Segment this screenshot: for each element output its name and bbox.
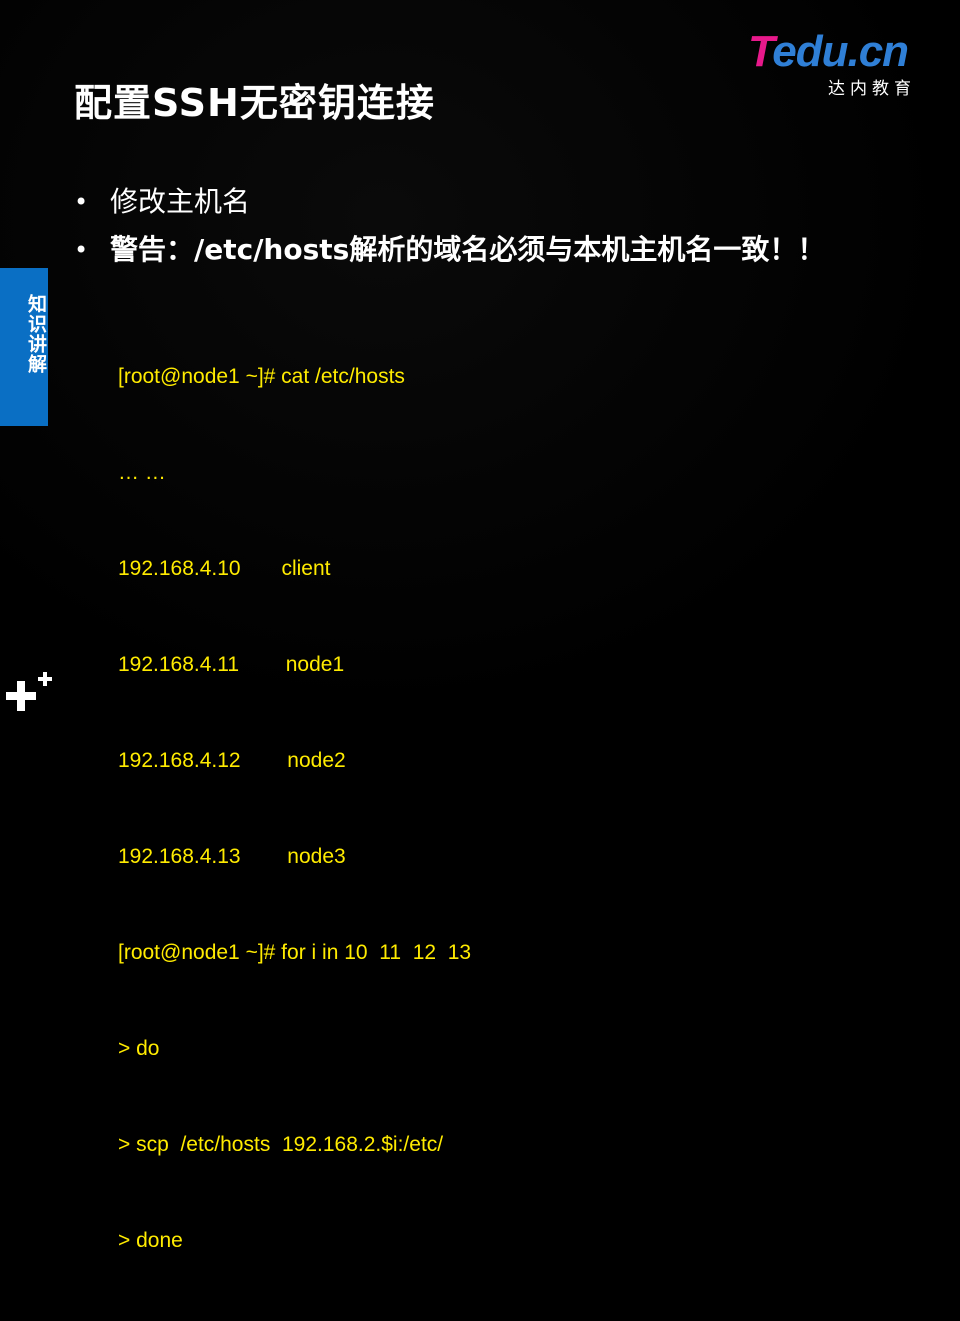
code-line: 192.168.4.13 node3 <box>118 845 346 868</box>
logo-wordmark: Tedu.cn <box>748 27 909 76</box>
bullet-item: • 修改主机名 <box>74 178 934 226</box>
slide: 配置SSH无密钥连接 Tedu.cn 达内教育 • 修改主机名 • 警告：/et… <box>0 0 960 1252</box>
bullet-text: 修改主机名 <box>110 185 251 218</box>
bullet-dot-icon: • <box>74 236 89 264</box>
logo-letter-t: T <box>748 27 773 76</box>
bullet-dot-icon: • <box>74 188 89 216</box>
plus-decoration-icon <box>6 672 52 711</box>
tedu-logo: Tedu.cn 达内教育 <box>748 28 938 100</box>
code-line: 192.168.4.11 node1 <box>118 653 345 676</box>
code-line: > do <box>118 1037 160 1060</box>
logo-letters-cn: .cn <box>847 27 909 76</box>
side-tab: 知识讲解 <box>0 268 48 426</box>
bullet-item-warning: • 警告：/etc/hosts解析的域名必须与本机主机名一致！！ <box>74 226 934 274</box>
bullet-list: • 修改主机名 • 警告：/etc/hosts解析的域名必须与本机主机名一致！！ <box>74 178 934 274</box>
code-line: [root@node1 ~]# cat /etc/hosts <box>118 365 405 388</box>
slide-title: 配置SSH无密钥连接 <box>74 81 435 125</box>
code-line: 192.168.4.12 node2 <box>118 749 346 772</box>
code-line: 192.168.4.10 client <box>118 557 331 580</box>
code-line: > scp /etc/hosts 192.168.2.$i:/etc/ <box>118 1133 444 1156</box>
code-line: … … <box>118 461 166 484</box>
logo-letters-edu: edu <box>772 27 848 76</box>
logo-subtitle: 达内教育 <box>828 79 916 99</box>
code-line: [root@node1 ~]# for i in 10 11 12 13 <box>118 941 472 964</box>
bullet-text-warning: 警告：/etc/hosts解析的域名必须与本机主机名一致！！ <box>110 233 826 266</box>
code-block: [root@node1 ~]# cat /etc/hosts … … 192.1… <box>118 297 471 1321</box>
side-tab-label: 知识讲解 <box>25 294 47 374</box>
code-line: > done <box>118 1229 183 1252</box>
